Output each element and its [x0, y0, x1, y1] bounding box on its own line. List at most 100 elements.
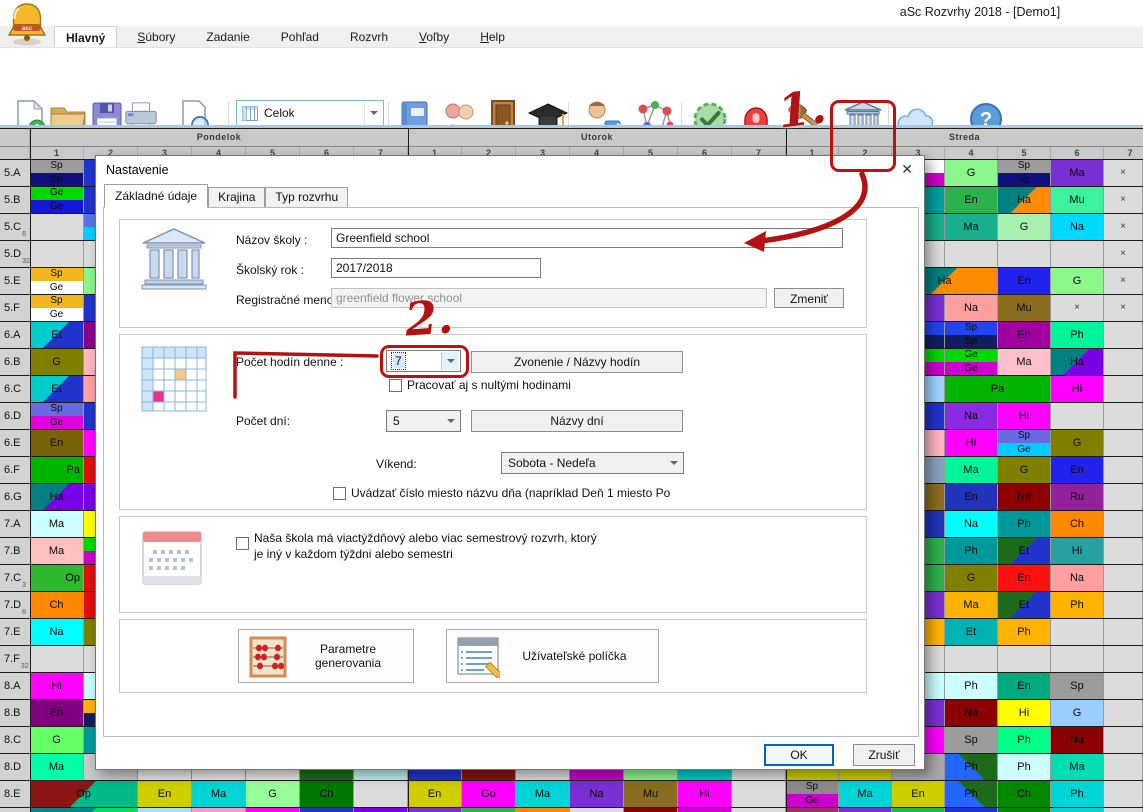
lesson-cell-6.E-19[interactable]: SpGe: [998, 429, 1051, 456]
menu-tab-sbory[interactable]: Súbory: [126, 26, 186, 47]
weekend-select[interactable]: Sobota - Nedeľa: [501, 452, 684, 474]
lesson-cell-6.G-19[interactable]: Na: [998, 483, 1051, 510]
school-name-input[interactable]: [331, 228, 843, 248]
lesson-cell-7.D-21[interactable]: [1104, 591, 1143, 618]
lesson-cell-8.E-20[interactable]: Ph: [1051, 780, 1104, 807]
lesson-cell-5.A-19[interactable]: SpSp: [998, 159, 1051, 186]
lesson-cell-6.F-18[interactable]: Ma: [945, 456, 998, 483]
lesson-cell-6.B-1[interactable]: G: [30, 348, 84, 375]
lesson-cell-6.G-18[interactable]: En: [945, 483, 998, 510]
view-select[interactable]: Celok: [236, 100, 384, 126]
lesson-cell-5.A-21[interactable]: ×: [1104, 159, 1143, 186]
menu-tab-rozvrh[interactable]: Rozvrh: [339, 26, 399, 47]
lesson-cell-7.E-20[interactable]: [1051, 618, 1104, 645]
lesson-cell-8.E-18[interactable]: Ph: [945, 780, 998, 807]
lesson-cell-7.A-21[interactable]: [1104, 510, 1143, 537]
lesson-cell-6.B-20[interactable]: Ha: [1051, 348, 1104, 375]
cancel-button[interactable]: Zrušiť: [853, 744, 915, 766]
generation-parameters-button[interactable]: Parametre generovania: [238, 629, 414, 683]
lesson-cell-8.D-19[interactable]: Ph: [998, 753, 1051, 780]
lesson-cell-7.E-21[interactable]: [1104, 618, 1143, 645]
lesson-cell-7.D-20[interactable]: Ph: [1051, 591, 1104, 618]
lesson-cell-5.F-19[interactable]: Mu: [998, 294, 1051, 321]
lesson-cell-7.D-19[interactable]: Et: [998, 591, 1051, 618]
menu-tab-voby[interactable]: Voľby: [408, 26, 460, 47]
lesson-cell-5.B-19[interactable]: Ha: [998, 186, 1051, 213]
zero-periods-checkbox[interactable]: [389, 379, 402, 392]
lesson-cell-6.C-1[interactable]: Et: [30, 375, 84, 402]
lesson-cell-5.E-19[interactable]: En: [998, 267, 1051, 294]
lesson-cell-7.B-19[interactable]: Et: [998, 537, 1051, 564]
lesson-cell-8.E-16[interactable]: Ma: [839, 780, 892, 807]
lesson-cell-7.D-18[interactable]: Ma: [945, 591, 998, 618]
lesson-cell-6.C-21[interactable]: [1104, 375, 1143, 402]
lesson-cell-6.G-20[interactable]: Ru: [1051, 483, 1104, 510]
lesson-cell-5.B-18[interactable]: En: [945, 186, 998, 213]
lesson-cell-7.A-19[interactable]: Ph: [998, 510, 1051, 537]
lesson-cell-8.D-1[interactable]: Ma: [30, 753, 84, 780]
lesson-cell-6.D-20[interactable]: [1051, 402, 1104, 429]
lesson-cell-7.F-19[interactable]: [998, 645, 1051, 672]
lesson-cell-8.E-3[interactable]: En: [138, 780, 192, 807]
lesson-cell-8.B-20[interactable]: G: [1051, 699, 1104, 726]
lesson-cell-8.E-1[interactable]: Op: [30, 780, 138, 807]
lesson-cell-7.B-21[interactable]: [1104, 537, 1143, 564]
lesson-cell-6.E-1[interactable]: En: [30, 429, 84, 456]
lesson-cell-6.B-19[interactable]: Ma: [998, 348, 1051, 375]
lesson-cell-5.D-19[interactable]: [998, 240, 1051, 267]
lesson-cell-6.A-19[interactable]: En: [998, 321, 1051, 348]
change-button[interactable]: Zmeniť: [774, 288, 844, 308]
lesson-cell-7.B-20[interactable]: Hi: [1051, 537, 1104, 564]
lesson-cell-5.B-20[interactable]: Mu: [1051, 186, 1104, 213]
lesson-cell-7.D-1[interactable]: Ch: [30, 591, 84, 618]
lesson-cell-8.E-11[interactable]: Na: [570, 780, 624, 807]
lesson-cell-8.C-18[interactable]: Sp: [945, 726, 998, 753]
lesson-cell-8.D-18[interactable]: Ph: [945, 753, 998, 780]
lesson-cell-7.B-1[interactable]: Ma: [30, 537, 84, 564]
lesson-cell-5.D-20[interactable]: [1051, 240, 1104, 267]
chevron-down-icon[interactable]: [364, 101, 383, 125]
lesson-cell-7.C-1[interactable]: Op: [30, 564, 84, 591]
lesson-cell-5.E-1[interactable]: SpGe: [30, 267, 84, 294]
lesson-cell-7.F-20[interactable]: [1051, 645, 1104, 672]
lesson-cell-8.E-10[interactable]: Ma: [516, 780, 570, 807]
lesson-cell-6.B-21[interactable]: [1104, 348, 1143, 375]
lesson-cell-6.D-21[interactable]: [1104, 402, 1143, 429]
lesson-cell-8.B-1[interactable]: En: [30, 699, 84, 726]
lesson-cell-8.A-18[interactable]: Ph: [945, 672, 998, 699]
lesson-cell-7.E-19[interactable]: Ph: [998, 618, 1051, 645]
lesson-cell-8.D-21[interactable]: [1104, 753, 1143, 780]
lesson-cell-8.E-15[interactable]: SpGe: [786, 780, 839, 807]
lesson-cell-8.C-1[interactable]: G: [30, 726, 84, 753]
lesson-cell-8.A-1[interactable]: Hi: [30, 672, 84, 699]
lesson-cell-6.D-19[interactable]: Hi: [998, 402, 1051, 429]
lesson-cell-6.D-18[interactable]: Na: [945, 402, 998, 429]
lesson-cell-7.C-19[interactable]: En: [998, 564, 1051, 591]
lesson-cell-5.F-1[interactable]: SpGe: [30, 294, 84, 321]
lesson-cell-8.E-14[interactable]: [732, 780, 786, 807]
lesson-cell-8.C-19[interactable]: Ph: [998, 726, 1051, 753]
lesson-cell-8.E-5[interactable]: G: [246, 780, 300, 807]
lesson-cell-7.C-18[interactable]: G: [945, 564, 998, 591]
days-count-select[interactable]: 5: [386, 410, 461, 432]
lesson-cell-6.A-1[interactable]: Et: [30, 321, 84, 348]
lesson-cell-7.F-1[interactable]: [30, 645, 84, 672]
lesson-cell-7.E-18[interactable]: Et: [945, 618, 998, 645]
periods-per-day-select[interactable]: 7 2.: [386, 350, 461, 372]
lesson-cell-5.F-21[interactable]: ×: [1104, 294, 1143, 321]
lesson-cell-5.F-20[interactable]: ×: [1051, 294, 1104, 321]
lesson-cell-6.D-1[interactable]: SpGe: [30, 402, 84, 429]
lesson-cell-7.C-21[interactable]: [1104, 564, 1143, 591]
dialog-tab-typrozvrhu[interactable]: Typ rozvrhu: [265, 187, 348, 208]
dialog-tab-základnéúdaje[interactable]: Základné údaje: [104, 184, 208, 208]
lesson-cell-5.F-18[interactable]: Na: [945, 294, 998, 321]
lesson-cell-8.E-8[interactable]: En: [408, 780, 462, 807]
lesson-cell-6.F-21[interactable]: [1104, 456, 1143, 483]
menu-tab-hlavn[interactable]: Hlavný: [54, 26, 117, 47]
lesson-cell-6.E-18[interactable]: Hi: [945, 429, 998, 456]
lesson-cell-7.F-21[interactable]: [1104, 645, 1143, 672]
school-year-input[interactable]: [331, 258, 541, 278]
lesson-cell-6.F-1[interactable]: Pa: [30, 456, 84, 483]
lesson-cell-6.G-1[interactable]: Ha: [30, 483, 84, 510]
lesson-cell-6.A-20[interactable]: Ph: [1051, 321, 1104, 348]
